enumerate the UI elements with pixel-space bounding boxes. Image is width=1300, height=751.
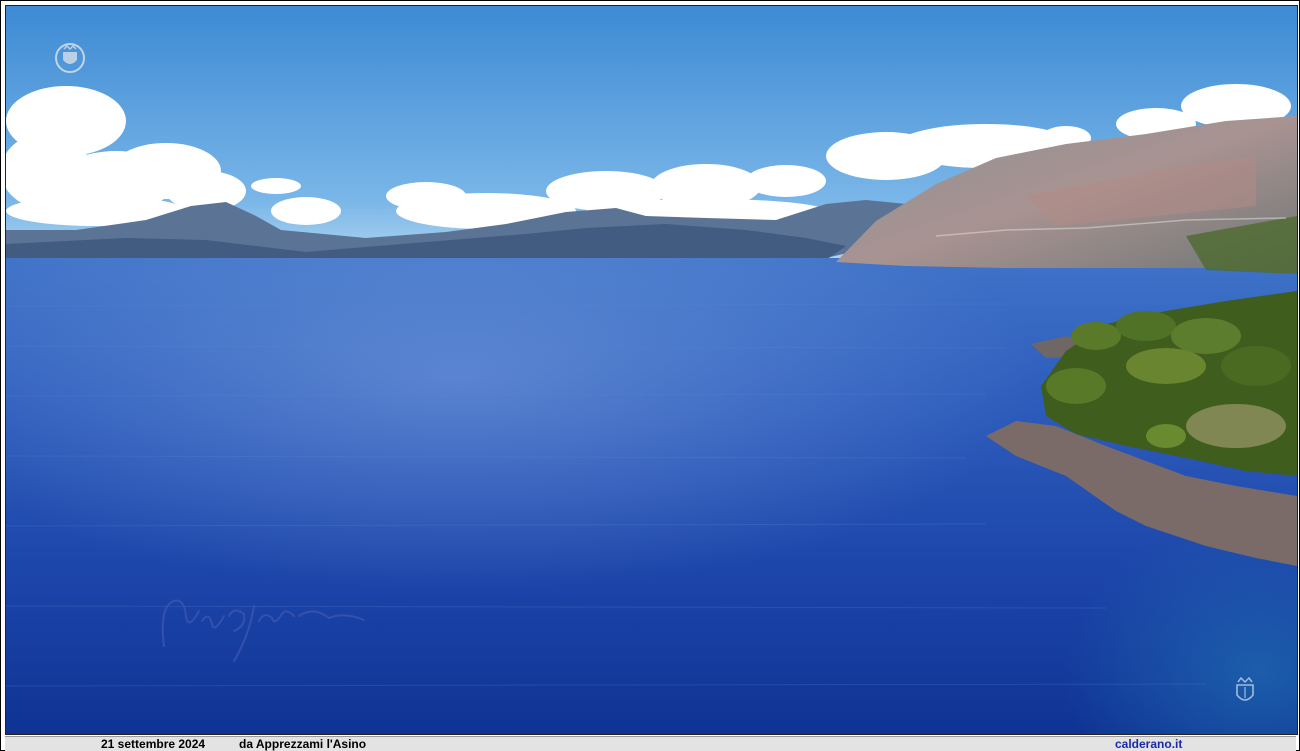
landscape-photo bbox=[5, 5, 1298, 735]
photo-frame: 21 settembre 2024 da Apprezzami l'Asino … bbox=[0, 0, 1300, 751]
crest-emblem-icon bbox=[55, 43, 85, 73]
caption-bar: 21 settembre 2024 da Apprezzami l'Asino … bbox=[5, 736, 1296, 751]
handwritten-signature-icon bbox=[161, 599, 365, 662]
photo-source: da Apprezzami l'Asino bbox=[239, 737, 367, 751]
site-link[interactable]: calderano.it bbox=[1115, 737, 1182, 751]
photo-date: 21 settembre 2024 bbox=[101, 737, 206, 751]
crest-emblem-icon bbox=[1236, 676, 1254, 701]
